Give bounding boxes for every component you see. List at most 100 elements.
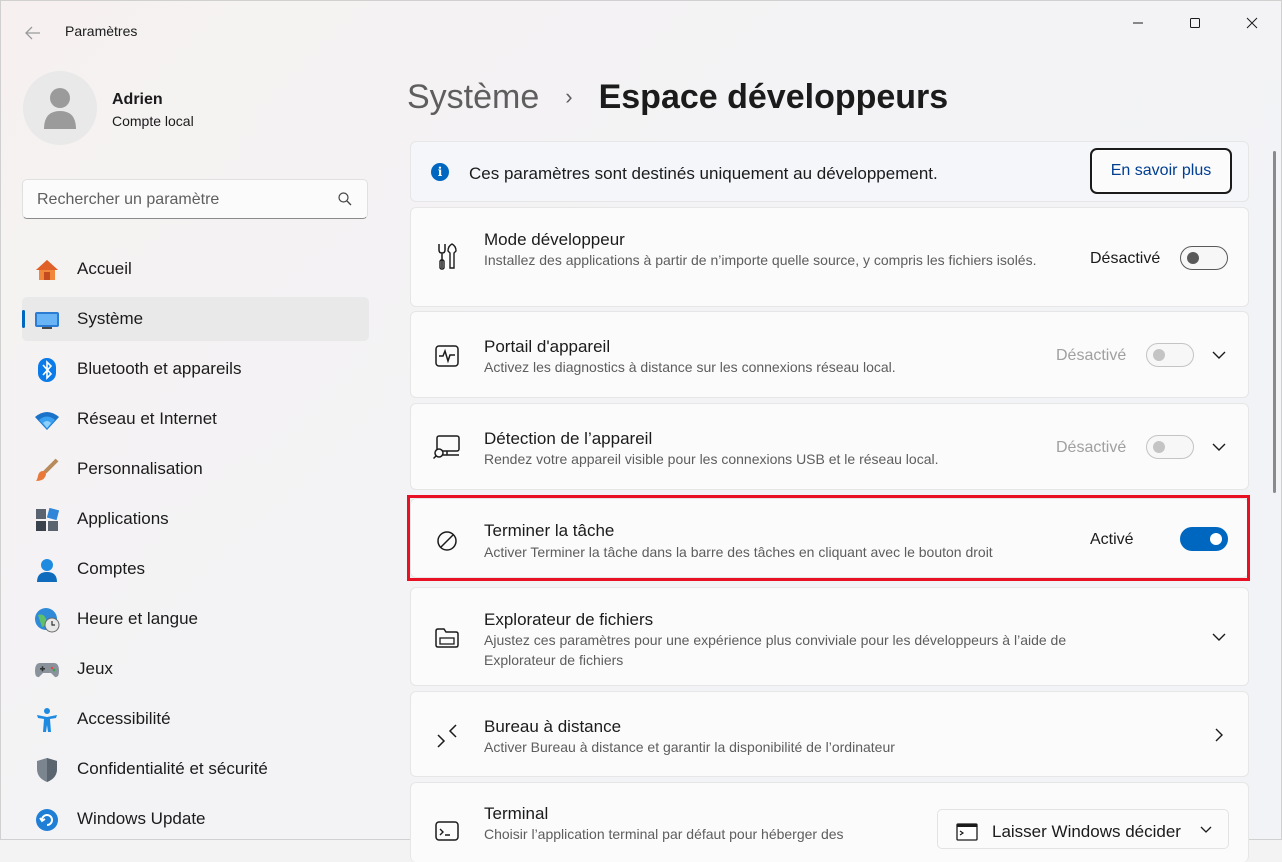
sidebar-item-heure-langue[interactable]: Heure et langue: [22, 597, 369, 641]
back-arrow-icon: [25, 26, 40, 40]
home-icon: [34, 257, 60, 283]
setting-description: Activez les diagnostics à distance sur l…: [484, 359, 896, 375]
minimize-button[interactable]: [1115, 9, 1161, 37]
pulse-monitor-icon: [433, 342, 461, 370]
chevron-down-icon: [1200, 826, 1212, 833]
setting-description: Ajustez ces paramètres pour une expérien…: [484, 632, 1067, 668]
sidebar-item-applications[interactable]: Applications: [22, 497, 369, 541]
setting-title: Mode développeur: [484, 230, 625, 249]
toggle-state-label: Désactivé: [1056, 439, 1127, 456]
chevron-down-icon[interactable]: [1209, 437, 1229, 457]
search-input[interactable]: [23, 180, 339, 220]
device-discovery-toggle[interactable]: [1146, 435, 1194, 459]
setting-description: Installez des applications à partir de n…: [484, 252, 1037, 268]
setting-remote-desktop[interactable]: Bureau à distance Activer Bureau à dista…: [410, 691, 1249, 777]
device-portal-toggle[interactable]: [1146, 343, 1194, 367]
dropdown-selected-value: Laisser Windows décider: [992, 822, 1181, 841]
sidebar-item-jeux[interactable]: Jeux: [22, 647, 369, 691]
sidebar-item-label: Applications: [77, 509, 169, 528]
sidebar-item-personnalisation[interactable]: Personnalisation: [22, 447, 369, 491]
title-bar: Paramètres: [1, 1, 1282, 61]
info-text: Ces paramètres sont destinés uniquement …: [469, 164, 938, 183]
terminal-icon: [433, 817, 461, 845]
globe-clock-icon: [34, 607, 60, 633]
system-icon: [34, 307, 60, 333]
sidebar-item-accessibilite[interactable]: Accessibilité: [22, 697, 369, 741]
setting-title: Bureau à distance: [484, 717, 622, 736]
sidebar-item-label: Comptes: [77, 559, 146, 578]
sidebar-item-confidentialite[interactable]: Confidentialité et sécurité: [22, 747, 369, 791]
toggle-knob: [1187, 252, 1199, 264]
chevron-down-icon[interactable]: [1209, 345, 1229, 365]
setting-title: Portail d'appareil: [484, 337, 611, 356]
remote-desktop-icon: [433, 722, 461, 750]
developer-mode-toggle[interactable]: [1180, 246, 1228, 270]
bluetooth-icon: [34, 357, 60, 383]
user-name: Adrien: [112, 91, 163, 108]
toggle-knob: [1210, 533, 1222, 545]
setting-end-task: Terminer la tâche Activer Terminer la tâ…: [410, 498, 1249, 578]
maximize-button[interactable]: [1172, 9, 1218, 37]
sidebar-item-label: Accueil: [77, 259, 132, 278]
end-task-toggle[interactable]: [1180, 527, 1228, 551]
sidebar-item-label: Confidentialité et sécurité: [77, 759, 268, 778]
back-button[interactable]: [19, 19, 47, 47]
sidebar-item-label: Jeux: [77, 659, 113, 678]
setting-description: Activer Terminer la tâche dans la barre …: [484, 544, 993, 560]
avatar[interactable]: [23, 71, 97, 145]
sidebar-item-label: Accessibilité: [77, 709, 171, 728]
update-icon: [34, 807, 60, 833]
setting-device-portal[interactable]: Portail d'appareil Activez les diagnosti…: [410, 311, 1249, 398]
sidebar-item-accueil[interactable]: Accueil: [22, 247, 369, 291]
sidebar-item-label: Bluetooth et appareils: [77, 359, 242, 378]
folder-icon: [433, 624, 461, 652]
wifi-icon: [34, 407, 60, 433]
scrollbar[interactable]: [1273, 151, 1276, 493]
breadcrumb: Système › Espace développeurs: [407, 75, 948, 119]
user-icon: [44, 88, 76, 129]
sidebar-item-comptes[interactable]: Comptes: [22, 547, 369, 591]
info-banner: i Ces paramètres sont destinés uniquemen…: [410, 141, 1249, 202]
setting-title: Détection de l’appareil: [484, 429, 653, 448]
sidebar-item-bluetooth[interactable]: Bluetooth et appareils: [22, 347, 369, 391]
sidebar-nav: Accueil Système Bluetooth et appareils R…: [22, 247, 369, 847]
chevron-down-icon[interactable]: [1209, 627, 1229, 647]
accessibility-icon: [34, 707, 60, 733]
toggle-state-label: Désactivé: [1056, 347, 1127, 364]
toggle-state-label: Activé: [1090, 531, 1134, 548]
setting-file-explorer[interactable]: Explorateur de fichiers Ajustez ces para…: [410, 587, 1249, 686]
setting-device-discovery[interactable]: Détection de l’appareil Rendez votre app…: [410, 403, 1249, 490]
tools-icon: [433, 242, 461, 270]
shield-icon: [34, 757, 60, 783]
gamepad-icon: [34, 657, 60, 683]
search-box: [22, 179, 368, 220]
learn-more-button[interactable]: En savoir plus: [1090, 148, 1232, 194]
setting-developer-mode: Mode développeur Installez des applicati…: [410, 207, 1249, 307]
breadcrumb-separator: ›: [565, 84, 573, 109]
settings-window: Paramètres Adrien Compte local Recherche…: [0, 0, 1282, 862]
setting-description: Rendez votre appareil visible pour les c…: [484, 451, 939, 467]
setting-terminal: Terminal Choisir l’application terminal …: [410, 782, 1249, 862]
sidebar-item-label: Windows Update: [77, 809, 206, 828]
sidebar-item-label: Réseau et Internet: [77, 409, 217, 428]
chevron-right-icon[interactable]: [1209, 725, 1229, 745]
breadcrumb-parent[interactable]: Système: [407, 78, 539, 117]
sidebar-item-windows-update[interactable]: Windows Update: [22, 797, 369, 841]
account-type: Compte local: [112, 113, 194, 129]
device-search-icon: [433, 433, 461, 461]
page-title: Espace développeurs: [598, 77, 949, 116]
close-button[interactable]: [1229, 9, 1275, 37]
minimize-icon: [1133, 22, 1143, 24]
info-icon: i: [431, 163, 449, 181]
search-icon[interactable]: [337, 191, 353, 207]
block-icon: [433, 527, 461, 555]
sidebar-item-reseau[interactable]: Réseau et Internet: [22, 397, 369, 441]
toggle-knob: [1153, 441, 1165, 453]
setting-description: Activer Bureau à distance et garantir la…: [484, 739, 895, 755]
accounts-icon: [34, 557, 60, 583]
terminal-app-dropdown[interactable]: Laisser Windows décider: [937, 809, 1229, 849]
close-icon: [1246, 17, 1258, 29]
setting-title: Explorateur de fichiers: [484, 610, 654, 629]
app-title: Paramètres: [65, 23, 138, 39]
sidebar-item-systeme[interactable]: Système: [22, 297, 369, 341]
